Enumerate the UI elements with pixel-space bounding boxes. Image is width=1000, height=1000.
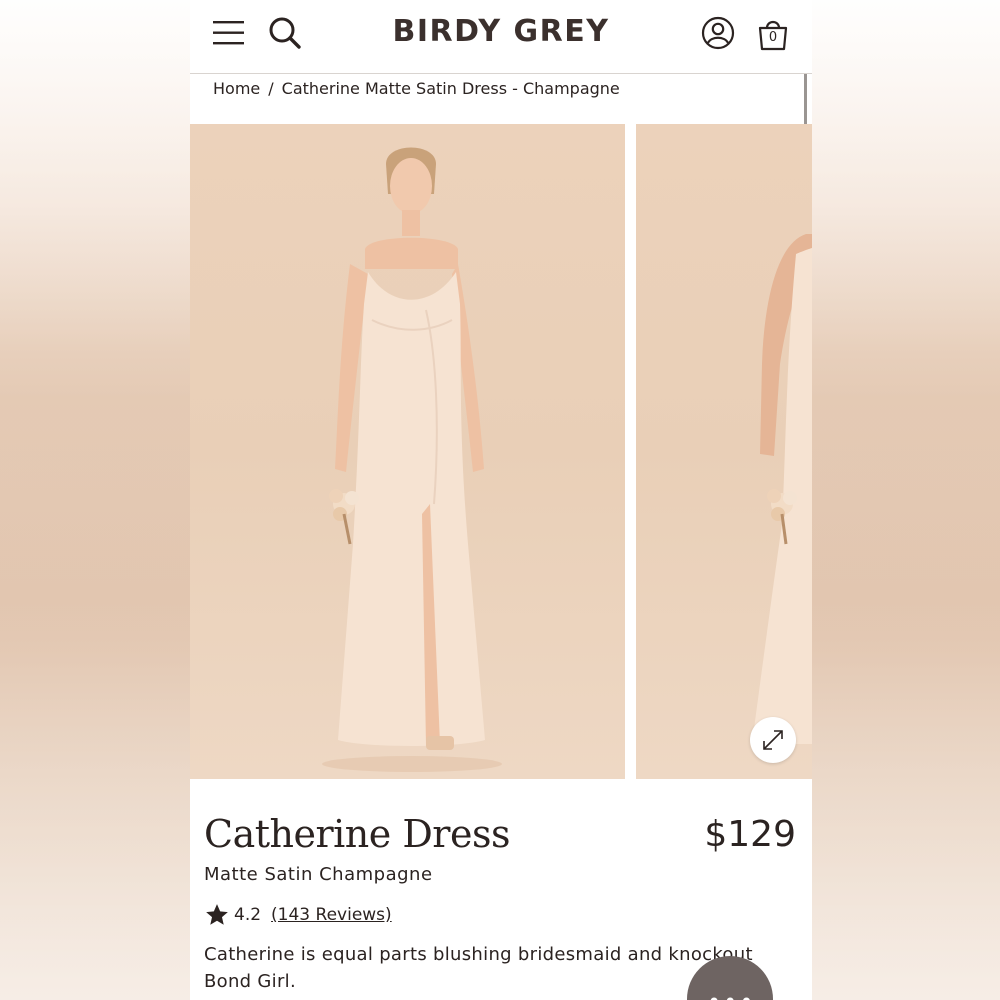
breadcrumb-home[interactable]: Home: [213, 79, 260, 98]
breadcrumb: Home / Catherine Matte Satin Dress - Champ…: [213, 79, 620, 98]
model-front-illustration: [322, 147, 502, 772]
background-right: [812, 0, 1000, 1000]
product-title: Catherine Dress: [204, 812, 510, 856]
site-header: BIRDY GREY 0: [190, 0, 812, 74]
rating-value: 4.2: [234, 905, 262, 925]
gallery-image-side[interactable]: [636, 124, 812, 779]
background-left: [0, 0, 190, 1000]
phone-screen: BIRDY GREY 0 Home / Catherine Matte Satin …: [190, 0, 812, 1000]
gallery-image-front[interactable]: [190, 124, 625, 779]
expand-icon: [763, 730, 783, 750]
model-side-illustration: [752, 234, 812, 744]
bag-icon[interactable]: 0: [756, 16, 790, 52]
breadcrumb-current: Catherine Matte Satin Dress - Champagne: [281, 79, 620, 98]
product-price: $129: [704, 814, 796, 855]
account-icon[interactable]: [701, 16, 735, 50]
star-icon: [206, 904, 228, 925]
product-variant: Matte Satin Champagne: [204, 864, 433, 885]
breadcrumb-separator: /: [268, 79, 274, 98]
bag-count: 0: [768, 30, 778, 45]
scrollbar[interactable]: [804, 74, 807, 124]
reviews-link[interactable]: (143 Reviews): [271, 905, 392, 925]
expand-image-button[interactable]: [750, 717, 796, 763]
product-gallery[interactable]: [190, 124, 812, 779]
product-rating: 4.2 (143 Reviews): [204, 902, 392, 928]
chat-dots: •••: [707, 988, 753, 1000]
